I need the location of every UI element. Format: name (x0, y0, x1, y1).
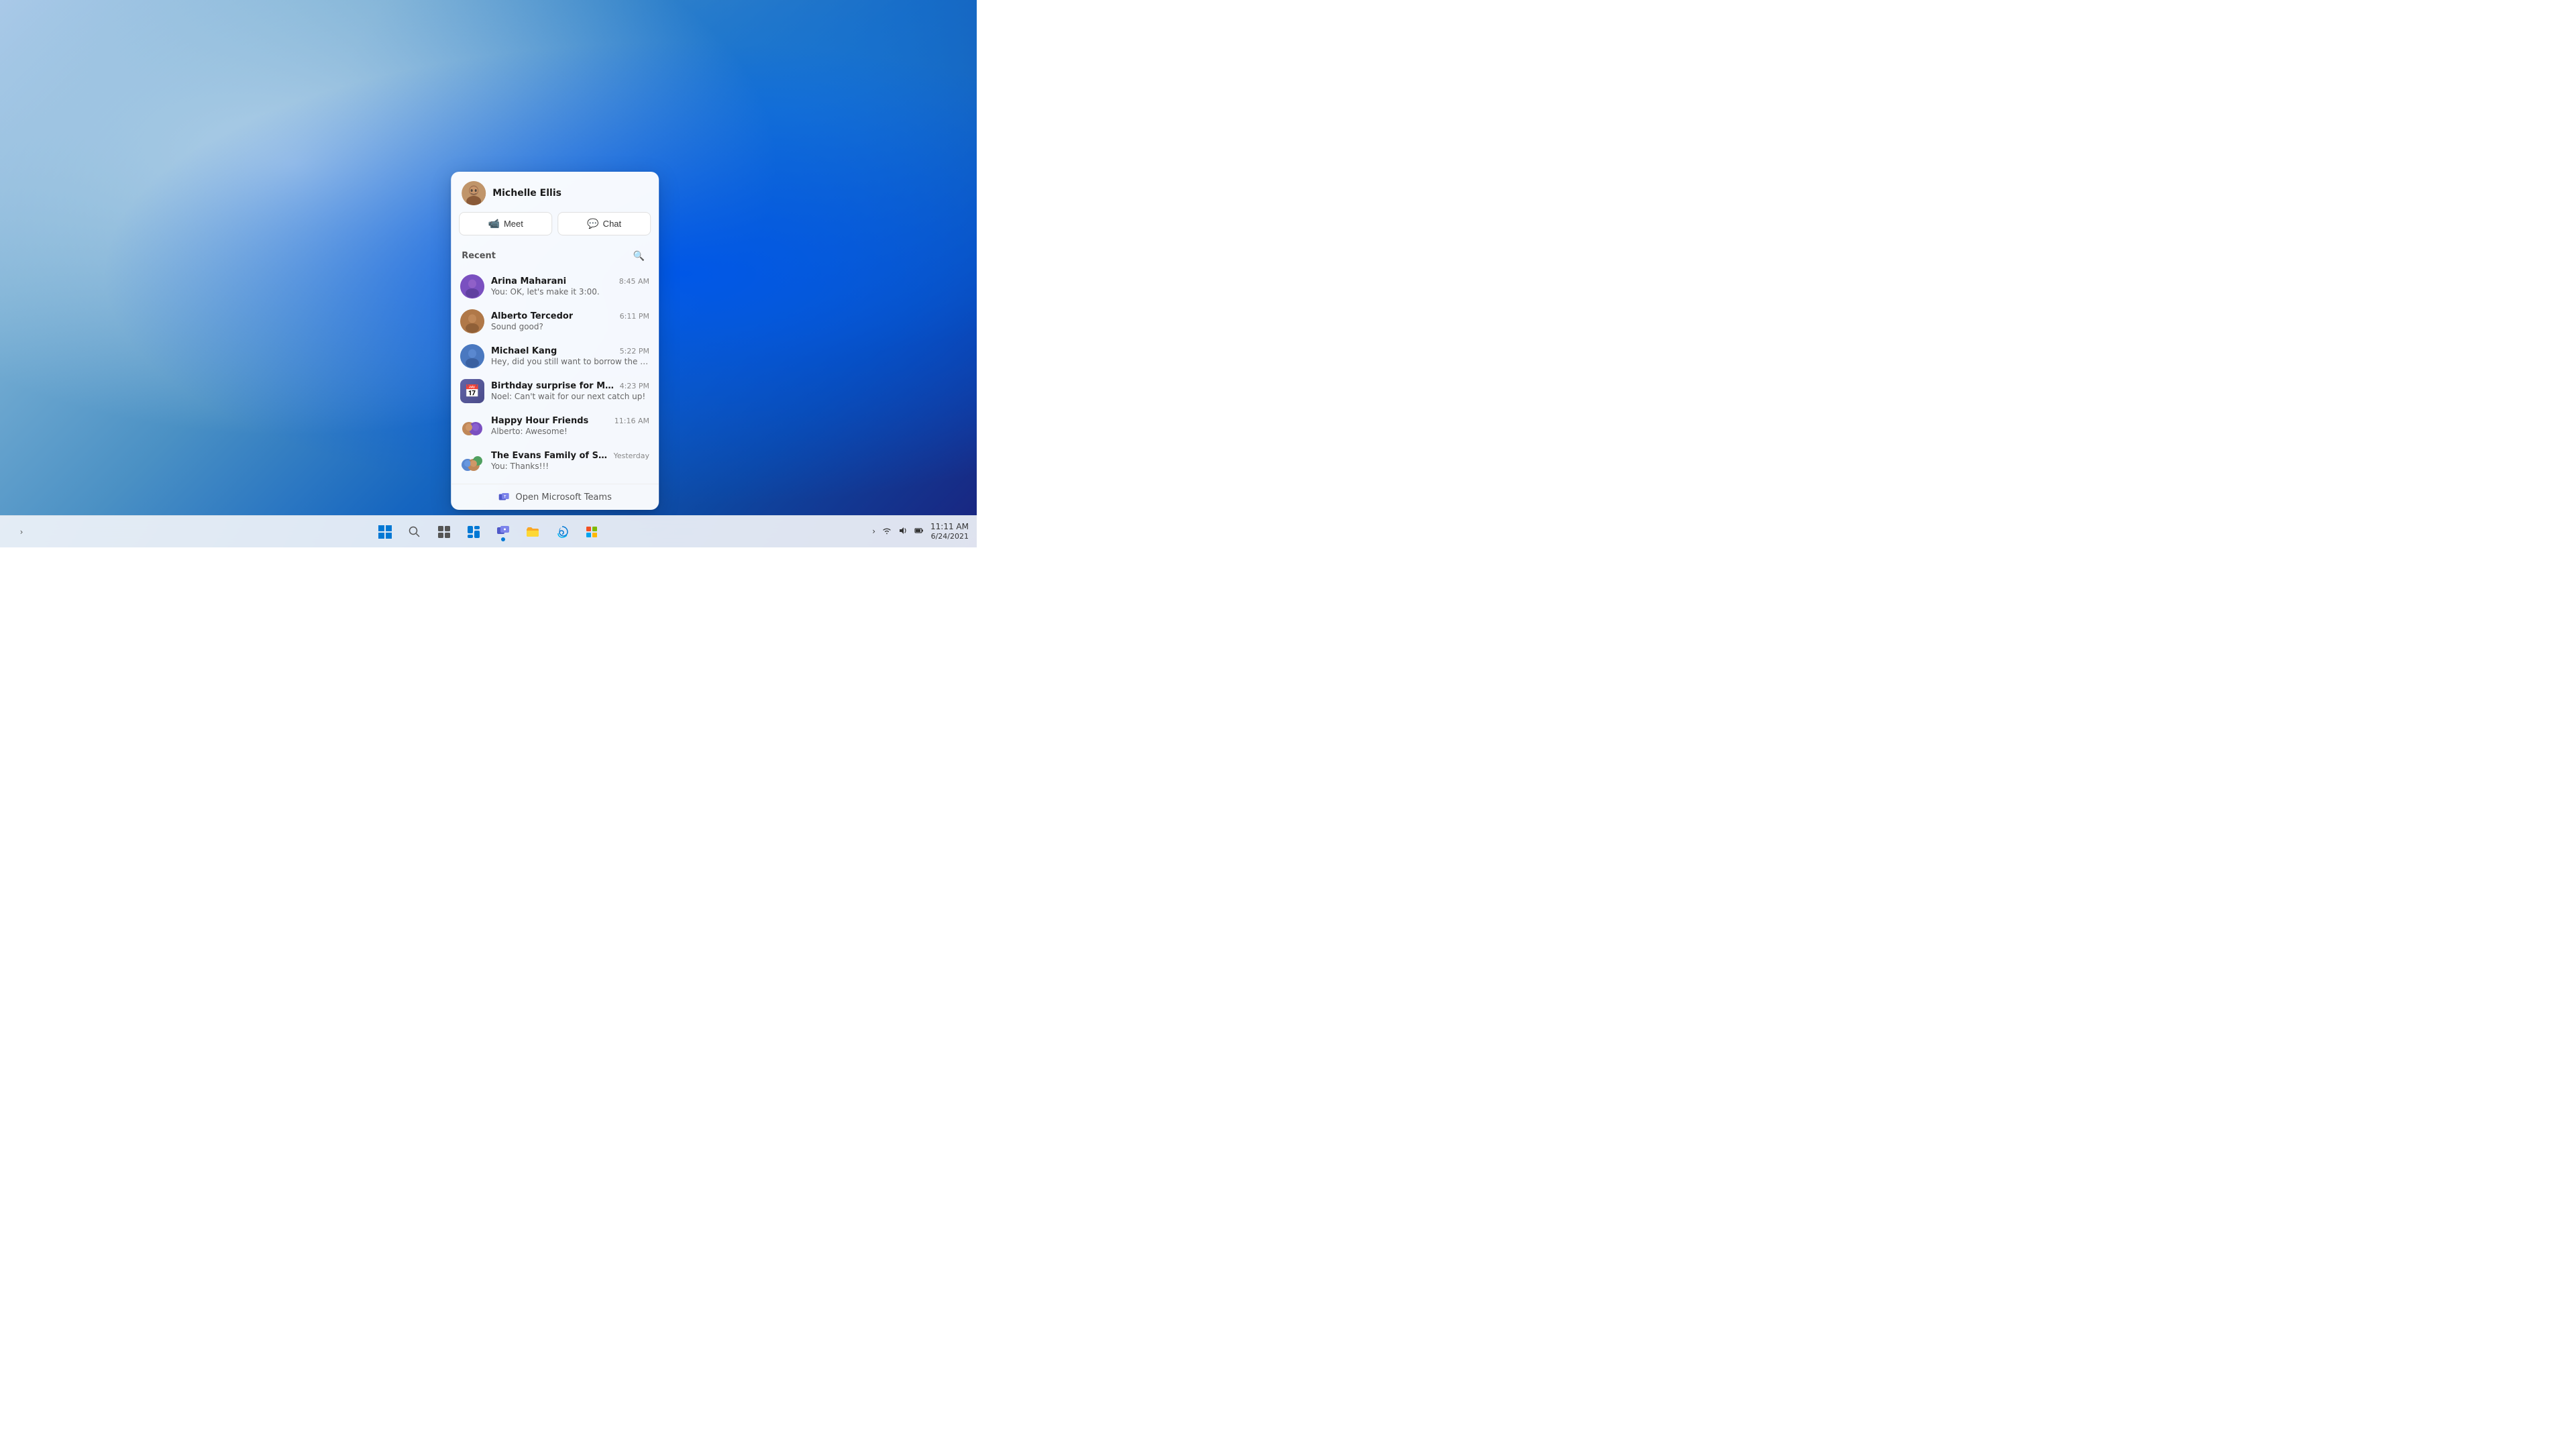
chat-time-birthday: 4:23 PM (620, 382, 649, 390)
chat-top-michael: Michael Kang 5:22 PM (491, 346, 649, 356)
chevron-up-icon[interactable]: › (871, 525, 877, 537)
camera-icon: 📹 (488, 218, 500, 229)
meet-button[interactable]: 📹 Meet (459, 212, 552, 235)
chat-name-arina: Arina Maharani (491, 276, 566, 286)
chat-content-arina: Arina Maharani 8:45 AM You: OK, let's ma… (491, 276, 649, 297)
chat-item-michael[interactable]: Michael Kang 5:22 PM Hey, did you still … (451, 339, 659, 374)
recent-label: Recent (462, 251, 496, 261)
chat-button[interactable]: 💬 Chat (557, 212, 651, 235)
wifi-icon[interactable] (881, 525, 893, 539)
teams-logo-icon: T (498, 491, 511, 503)
avatar-arina (460, 274, 484, 299)
chat-item-birthday[interactable]: 📅 Birthday surprise for Mum 4:23 PM Noel… (451, 374, 659, 409)
avatar-image (462, 181, 486, 205)
widgets-icon (467, 525, 480, 539)
chat-top-happyhour: Happy Hour Friends 11:16 AM (491, 416, 649, 426)
taskbar: › (0, 515, 977, 547)
search-icon (408, 525, 421, 539)
store-button[interactable] (578, 519, 605, 545)
chat-preview-happyhour: Alberto: Awesome! (491, 427, 649, 436)
chat-content-happyhour: Happy Hour Friends 11:16 AM Alberto: Awe… (491, 416, 649, 436)
chat-top-arina: Arina Maharani 8:45 AM (491, 276, 649, 286)
avatar-happyhour (460, 414, 484, 438)
search-recent-button[interactable]: 🔍 (629, 246, 648, 265)
chat-preview-evans: You: Thanks!!! (491, 462, 649, 471)
open-teams-label: Open Microsoft Teams (516, 492, 612, 502)
battery-level-icon (914, 526, 924, 535)
edge-icon (555, 525, 569, 539)
clock-date: 6/24/2021 (930, 532, 969, 541)
chat-content-evans: The Evans Family of Supers Yesterday You… (491, 451, 649, 471)
chat-preview-alberto: Sound good? (491, 322, 649, 331)
file-explorer-icon (526, 525, 539, 539)
widgets-button[interactable] (460, 519, 487, 545)
start-button[interactable] (372, 519, 398, 545)
file-explorer-button[interactable] (519, 519, 546, 545)
meet-label: Meet (504, 219, 523, 229)
teams-chat-popup: Michelle Ellis 📹 Meet 💬 Chat Recent 🔍 (451, 172, 659, 510)
show-hidden-icons-button[interactable]: › (8, 519, 35, 545)
search-icon: 🔍 (633, 250, 644, 262)
chat-preview-michael: Hey, did you still want to borrow the no… (491, 357, 649, 366)
chat-item-arina[interactable]: Arina Maharani 8:45 AM You: OK, let's ma… (451, 269, 659, 304)
chat-content-alberto: Alberto Tercedor 6:11 PM Sound good? (491, 311, 649, 331)
chat-label: Chat (603, 219, 621, 229)
taskbar-center (372, 519, 605, 545)
popup-header: Michelle Ellis (451, 172, 659, 212)
chat-time-michael: 5:22 PM (620, 347, 649, 356)
chat-preview-birthday: Noel: Can't wait for our next catch up! (491, 392, 649, 401)
chat-time-alberto: 6:11 PM (620, 312, 649, 321)
popup-username: Michelle Ellis (492, 188, 561, 199)
chat-name-michael: Michael Kang (491, 346, 557, 356)
battery-icon[interactable] (913, 525, 925, 539)
chat-name-alberto: Alberto Tercedor (491, 311, 573, 321)
chat-content-michael: Michael Kang 5:22 PM Hey, did you still … (491, 346, 649, 366)
avatar-evans (460, 449, 484, 473)
notification-dot (501, 537, 505, 541)
system-tray: › (871, 525, 925, 539)
avatar-birthday: 📅 (460, 379, 484, 403)
chat-name-happyhour: Happy Hour Friends (491, 416, 588, 426)
volume-signal-icon (898, 526, 908, 535)
wifi-signal-icon (882, 526, 892, 535)
store-icon (585, 525, 598, 539)
avatar-alberto (460, 309, 484, 333)
open-teams-footer[interactable]: T Open Microsoft Teams (451, 484, 659, 510)
recent-section-header: Recent 🔍 (451, 242, 659, 269)
clock-time: 11:11 AM (930, 522, 969, 533)
edge-button[interactable] (549, 519, 576, 545)
chat-time-arina: 8:45 AM (619, 277, 649, 286)
task-view-button[interactable] (431, 519, 458, 545)
volume-icon[interactable] (897, 525, 909, 539)
chat-time-evans: Yesterday (614, 451, 649, 460)
taskbar-right: › (871, 522, 969, 542)
chat-preview-arina: You: OK, let's make it 3:00. (491, 287, 649, 297)
desktop: Michelle Ellis 📹 Meet 💬 Chat Recent 🔍 (0, 0, 977, 547)
teams-chat-taskbar-icon (496, 525, 510, 539)
chat-top-birthday: Birthday surprise for Mum 4:23 PM (491, 381, 649, 391)
chat-name-birthday: Birthday surprise for Mum (491, 381, 616, 391)
teams-chat-taskbar-button[interactable] (490, 519, 517, 545)
chat-item-happyhour[interactable]: Happy Hour Friends 11:16 AM Alberto: Awe… (451, 409, 659, 443)
chat-top-alberto: Alberto Tercedor 6:11 PM (491, 311, 649, 321)
chat-time-happyhour: 11:16 AM (614, 417, 649, 425)
chat-icon: 💬 (587, 218, 598, 229)
user-avatar (462, 181, 486, 205)
chat-top-evans: The Evans Family of Supers Yesterday (491, 451, 649, 461)
avatar-michael (460, 344, 484, 368)
clock-area[interactable]: 11:11 AM 6/24/2021 (930, 522, 969, 542)
windows-logo-icon (378, 525, 392, 539)
chat-name-evans: The Evans Family of Supers (491, 451, 610, 461)
taskbar-left: › (8, 519, 35, 545)
search-button[interactable] (401, 519, 428, 545)
action-buttons: 📹 Meet 💬 Chat (451, 212, 659, 242)
chat-item-alberto[interactable]: Alberto Tercedor 6:11 PM Sound good? (451, 304, 659, 339)
chat-list: Arina Maharani 8:45 AM You: OK, let's ma… (451, 269, 659, 484)
task-view-icon (437, 525, 451, 539)
chat-item-evans[interactable]: The Evans Family of Supers Yesterday You… (451, 443, 659, 478)
chat-content-birthday: Birthday surprise for Mum 4:23 PM Noel: … (491, 381, 649, 401)
chat-item-ellis[interactable]: Ellis Family Yesterday You: That's great… (451, 478, 659, 484)
